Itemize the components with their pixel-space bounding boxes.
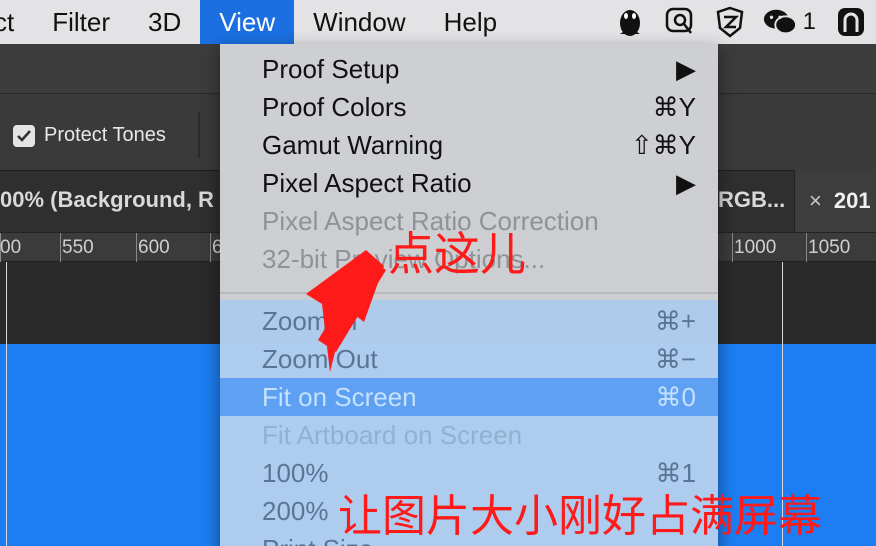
annotation-explanation: 让图片大小刚好占满屏幕 (338, 491, 822, 542)
annotation-click-here: 点这儿 (388, 227, 526, 281)
